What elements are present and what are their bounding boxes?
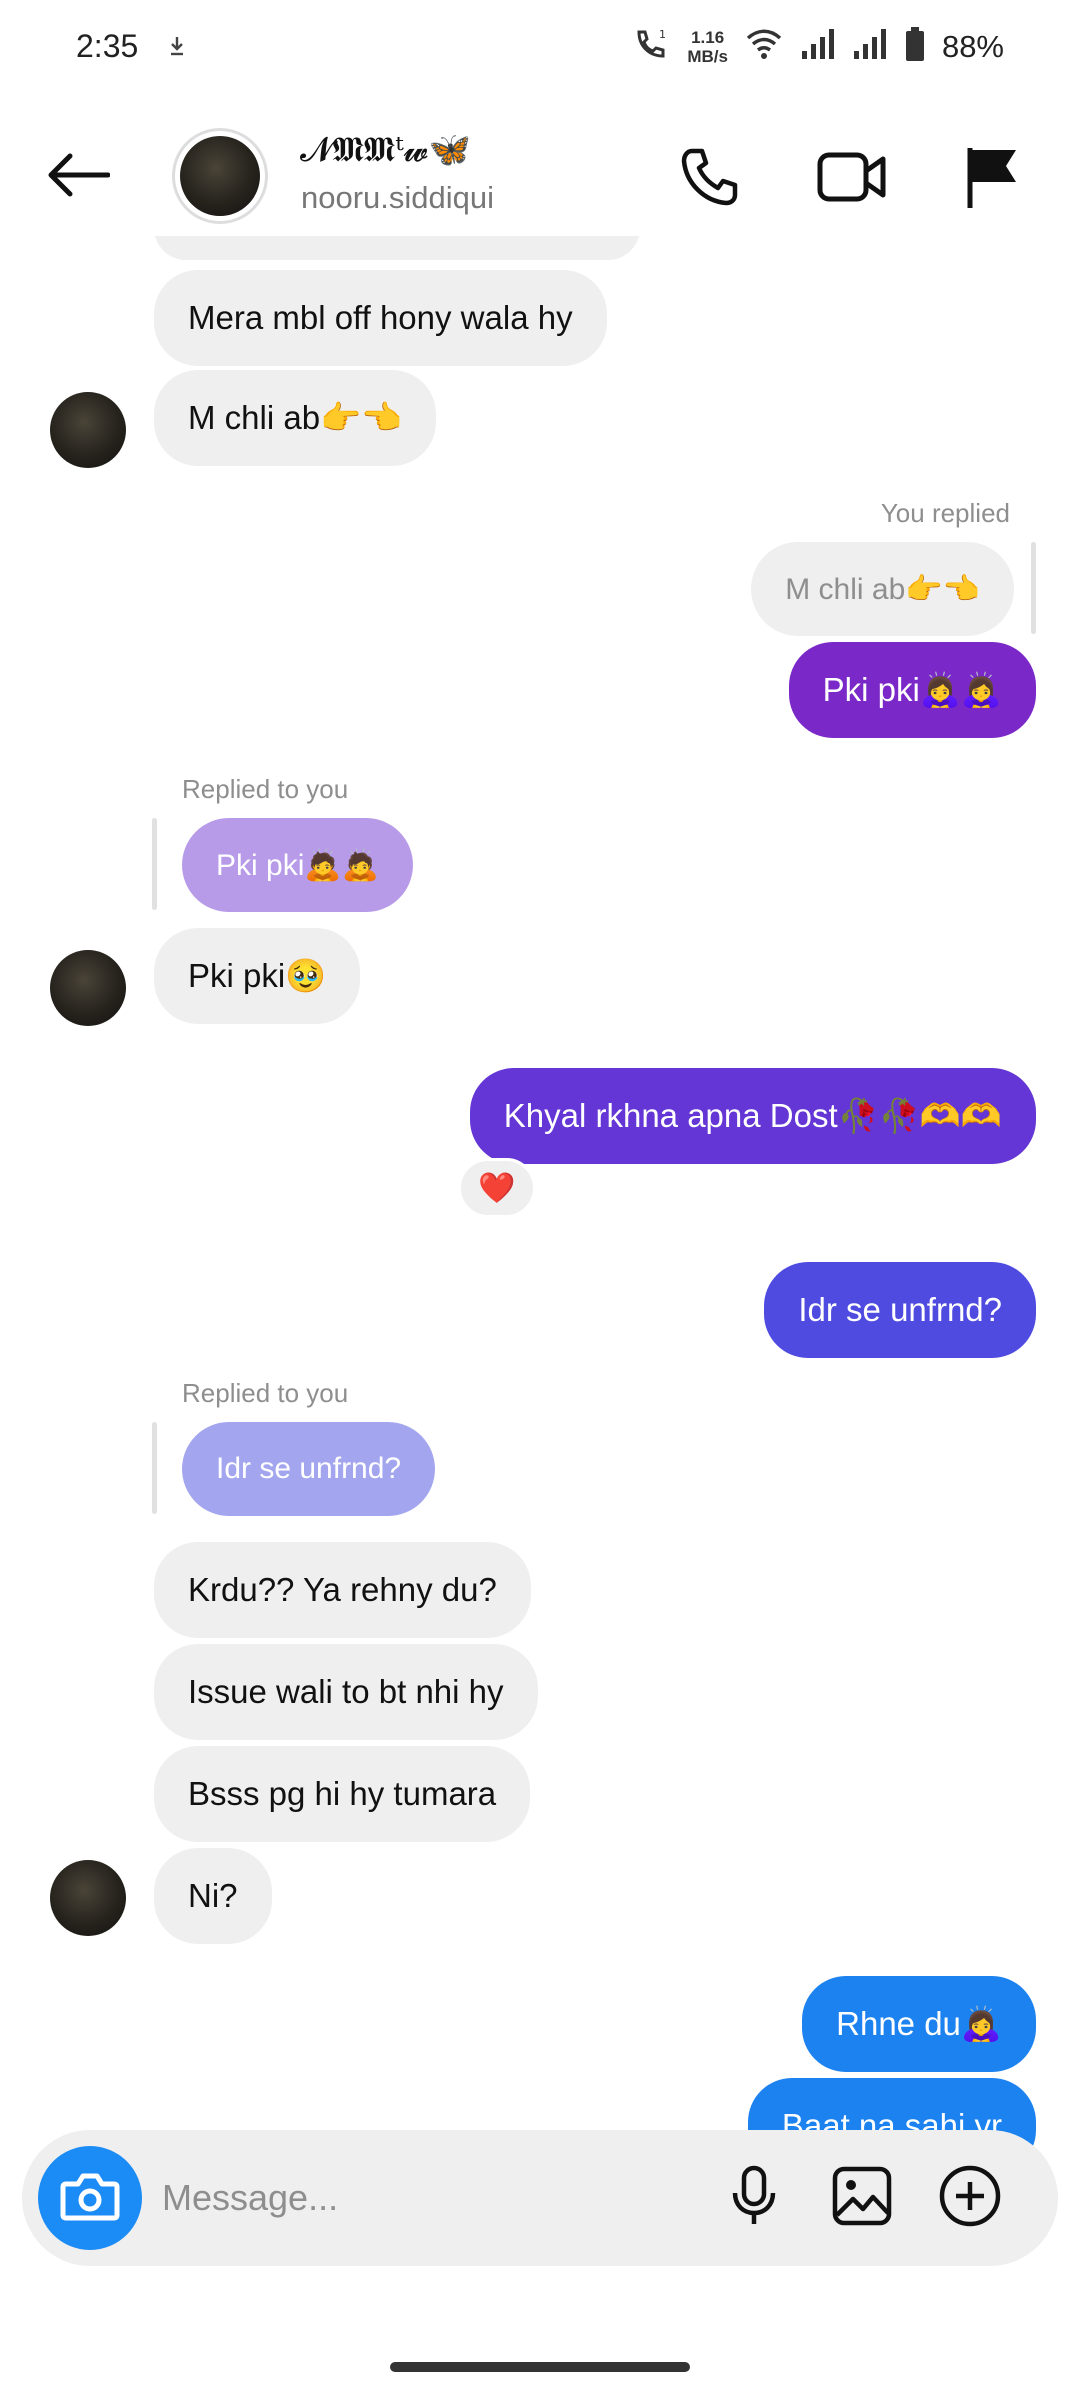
status-icons: 1 1.16 MB/s 88% [631, 24, 1004, 69]
download-icon [168, 34, 186, 63]
battery-level: 88% [941, 28, 1004, 64]
message-bubble-incoming[interactable]: Pki pki🥹 [154, 928, 361, 1024]
message-bubble-incoming[interactable]: Ni? [154, 1848, 272, 1944]
report-button[interactable] [952, 144, 1032, 214]
message-list[interactable]: Mera mbl off hony wala hy M chli ab👉👈 Yo… [0, 236, 1080, 2176]
camera-button[interactable] [38, 2146, 142, 2250]
contact-display-name[interactable]: 𝓝𝕸𝕸ᵗ𝔀🦋 [300, 130, 471, 170]
replied-to-you-label: Replied to you [182, 774, 349, 804]
image-icon [831, 2165, 893, 2232]
video-call-button[interactable] [812, 144, 892, 214]
quoted-message[interactable]: Pki pki🙇🙇 [182, 818, 414, 912]
back-button[interactable] [38, 142, 118, 212]
sender-avatar[interactable] [50, 392, 126, 468]
message-bubble-incoming[interactable]: Issue wali to bt nhi hy [154, 1644, 538, 1740]
message-input[interactable] [162, 2168, 682, 2228]
message-bubble-incoming[interactable]: Bsss pg hi hy tumara [154, 1746, 531, 1842]
replied-to-you-label: Replied to you [182, 1378, 349, 1408]
signal-icon-2 [852, 27, 888, 66]
voice-message-button[interactable] [714, 2158, 794, 2238]
phone-icon [678, 145, 742, 214]
wifi-call-icon: 1 [631, 24, 671, 69]
net-speed-unit: MB/s [687, 46, 728, 66]
message-bubble-incoming[interactable]: Mera mbl off hony wala hy [154, 270, 607, 366]
back-arrow-icon [46, 153, 111, 202]
quoted-message[interactable]: M chli ab👉👈 [751, 542, 1014, 636]
message-bubble-outgoing[interactable]: Idr se unfrnd? [764, 1262, 1036, 1358]
message-bubble-outgoing[interactable]: Rhne du🙇‍♀️ [802, 1976, 1036, 2072]
profile-avatar[interactable] [172, 128, 268, 224]
net-speed-value: 1.16 [691, 27, 725, 47]
reply-indicator-line [152, 818, 157, 910]
sender-avatar[interactable] [50, 950, 126, 1026]
wifi-icon [744, 26, 784, 67]
sender-avatar[interactable] [50, 1860, 126, 1936]
contact-username[interactable]: nooru.siddiqui [301, 180, 494, 216]
home-indicator[interactable] [390, 2362, 690, 2372]
message-composer [22, 2130, 1058, 2266]
reply-indicator-line [1031, 542, 1036, 634]
battery-icon [904, 26, 926, 67]
add-icon [938, 2164, 1002, 2233]
heart-reaction[interactable]: ❤️ [458, 1158, 536, 1218]
svg-text:1: 1 [659, 28, 666, 41]
status-time: 2:35 [76, 28, 139, 64]
status-bar: 2:35 1 1.16 MB/s 88% [0, 0, 1080, 96]
message-bubble-outgoing[interactable]: Khyal rkhna apna Dost🥀🥀🫶🫶 [469, 1068, 1036, 1164]
message-bubble-partial[interactable] [154, 236, 640, 260]
microphone-icon [729, 2165, 779, 2232]
quoted-message[interactable]: Idr se unfrnd? [182, 1422, 436, 1516]
signal-icon [800, 27, 836, 66]
camera-icon [60, 2170, 120, 2227]
voice-call-button[interactable] [670, 144, 750, 214]
gallery-button[interactable] [822, 2158, 902, 2238]
message-bubble-incoming[interactable]: M chli ab👉👈 [154, 370, 437, 466]
message-bubble-incoming[interactable]: Krdu?? Ya rehny du? [154, 1542, 531, 1638]
video-camera-icon [816, 147, 888, 212]
more-options-button[interactable] [930, 2158, 1010, 2238]
reply-indicator-line [152, 1422, 157, 1514]
chat-header: 𝓝𝕸𝕸ᵗ𝔀🦋 nooru.siddiqui [0, 120, 1080, 235]
message-bubble-outgoing[interactable]: Pki pki🙇‍♀️🙇‍♀️ [788, 642, 1036, 738]
flag-icon [964, 144, 1020, 215]
you-replied-label: You replied [880, 498, 1010, 528]
network-speed: 1.16 MB/s [687, 28, 728, 66]
